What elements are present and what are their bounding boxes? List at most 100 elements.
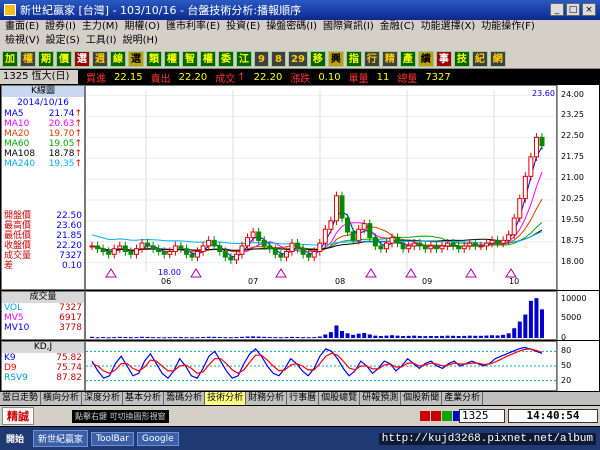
toolbar-button[interactable]: 興 [327,51,344,67]
toolbar-button[interactable]: 指 [345,51,362,67]
menu-item[interactable]: 檢視(V) [2,34,43,48]
ma-name: MA20 [4,129,30,139]
signal-triangle [465,268,477,278]
minimize-button[interactable]: _ [550,3,564,16]
menu-item[interactable]: 主力(M) [79,20,121,34]
volume-legend-name: VOL [4,303,23,313]
candle-body [339,195,345,219]
menu-item[interactable]: 投資(E) [223,20,263,34]
menu-item[interactable]: 說明(H) [120,34,161,48]
toolbar-button[interactable]: 權 [200,51,216,67]
analysis-tab[interactable]: 籌碼分析 [164,392,206,405]
menu-item[interactable]: 匯市利率(E) [163,20,223,34]
signal-bar [420,411,430,421]
candle-body [322,228,328,244]
toolbar-button[interactable]: 產 [399,51,416,67]
volume-bar [312,337,317,339]
menu-item[interactable]: 設定(S) [43,34,83,48]
menu-item[interactable]: 畫面(E) [2,20,42,34]
taskbar-item[interactable]: 新世紀贏家 [33,430,89,447]
toolbar-button[interactable]: 江 [236,51,252,67]
analysis-tab[interactable]: 個股新聞 [401,392,443,405]
toolbar-button[interactable]: 選 [74,51,90,67]
toolbar-button[interactable]: 9 [254,51,269,67]
total-label: 總量 [397,73,418,85]
analysis-tab[interactable]: 產業分析 [442,392,484,405]
analysis-tab[interactable]: 當日走勢 [0,392,42,405]
toolbar-button[interactable]: 精 [381,51,398,67]
toolbar-button[interactable]: 期 [38,51,54,67]
volume-bar [301,337,306,339]
maximize-button[interactable]: □ [566,3,580,16]
toolbar-button[interactable]: 委 [218,51,234,67]
toolbar-button[interactable]: 8 [271,51,286,67]
ohlc-row: 最高價 23.60 [2,221,84,231]
candle-body [361,223,367,230]
menu-item[interactable]: 功能選擇(X) [418,20,479,34]
toolbar-button[interactable]: 加 [2,51,18,67]
toolbar-button[interactable]: 紀 [471,51,488,67]
taskbar-item[interactable]: Google [136,431,179,446]
toolbar-button[interactable]: 智 [182,51,198,67]
start-button[interactable]: 開始 [0,432,30,445]
buy-label: 買進 [86,73,106,85]
menu-item[interactable]: 操盤密碼(I) [263,20,320,34]
toolbar-button[interactable]: 移 [309,51,326,67]
toolbar-button[interactable]: 選 [128,51,144,67]
volume-chart[interactable] [85,291,557,340]
volume-bar [106,337,111,339]
toolbar-button[interactable]: 權 [20,51,36,67]
toolbar-button[interactable]: 週 [92,51,108,67]
volume-bar [267,336,272,338]
stock-code-input[interactable]: 1325 [459,409,505,423]
candle-body [317,242,323,253]
analysis-tab[interactable]: 橫向分析 [41,392,83,405]
toolbar-button[interactable]: 網 [489,51,506,67]
toolbar-button[interactable]: 價 [56,51,72,67]
menu-item[interactable]: 金融(C) [377,20,418,34]
candle-body [117,245,123,250]
kline-chart[interactable]: 06 07 08 09 10 23.60 18.00 [85,85,557,290]
kd-legend-row: D9 75.74 [2,363,84,373]
toolbar-button[interactable]: 類 [146,51,162,67]
menu-item[interactable]: 功能操作(F) [478,20,538,34]
toolbar-button[interactable]: 權 [164,51,180,67]
ma-value-group: 19.05↑ [49,139,82,149]
close-button[interactable]: × [582,3,596,16]
analysis-tab[interactable]: 行事曆 [287,392,320,405]
candle-body [417,242,423,247]
volume-bar [440,335,444,338]
y-tick-label: 24.00 [561,89,584,99]
toolbar-button[interactable]: 29 [288,51,308,67]
kd-chart[interactable] [85,341,557,391]
volume-bar [495,335,500,338]
analysis-tab[interactable]: 研報預測 [360,392,402,405]
toolbar-button[interactable]: 績 [417,51,434,67]
volume-bar [334,325,339,338]
analysis-tab[interactable]: 基本分析 [123,392,165,405]
volume-bar [456,336,461,338]
toolbar-button[interactable]: 線 [110,51,126,67]
menu-item[interactable]: 期權(O) [121,20,163,34]
taskbar-item[interactable]: ToolBar [91,431,134,446]
toolbar-button[interactable]: 事 [435,51,452,67]
ohlc-row: 差 0.10 [2,261,84,271]
menu-item[interactable]: 國際資訊(I) [320,20,377,34]
analysis-tab[interactable]: 個股總覽 [319,392,361,405]
toolbar-button[interactable]: 行 [363,51,380,67]
candle-body [295,242,301,250]
stock-code-label[interactable]: 1325 恆大(日) [0,70,78,84]
ma-value-group: 20.63↑ [49,119,82,129]
kline-header: K線圖 [2,86,84,97]
analysis-tab[interactable]: 技術分析 [205,392,247,405]
candle-body [100,248,106,253]
volume-bar [145,336,150,338]
analysis-tab[interactable]: 深度分析 [82,392,124,405]
toolbar-button[interactable]: 技 [453,51,470,67]
volume-bar [245,336,250,338]
analysis-tab[interactable]: 財務分析 [246,392,288,405]
candle-body [106,251,112,255]
menu-item[interactable]: 證券(I) [42,20,79,34]
candle-body [522,175,528,200]
menu-item[interactable]: 工具(I) [83,34,120,48]
